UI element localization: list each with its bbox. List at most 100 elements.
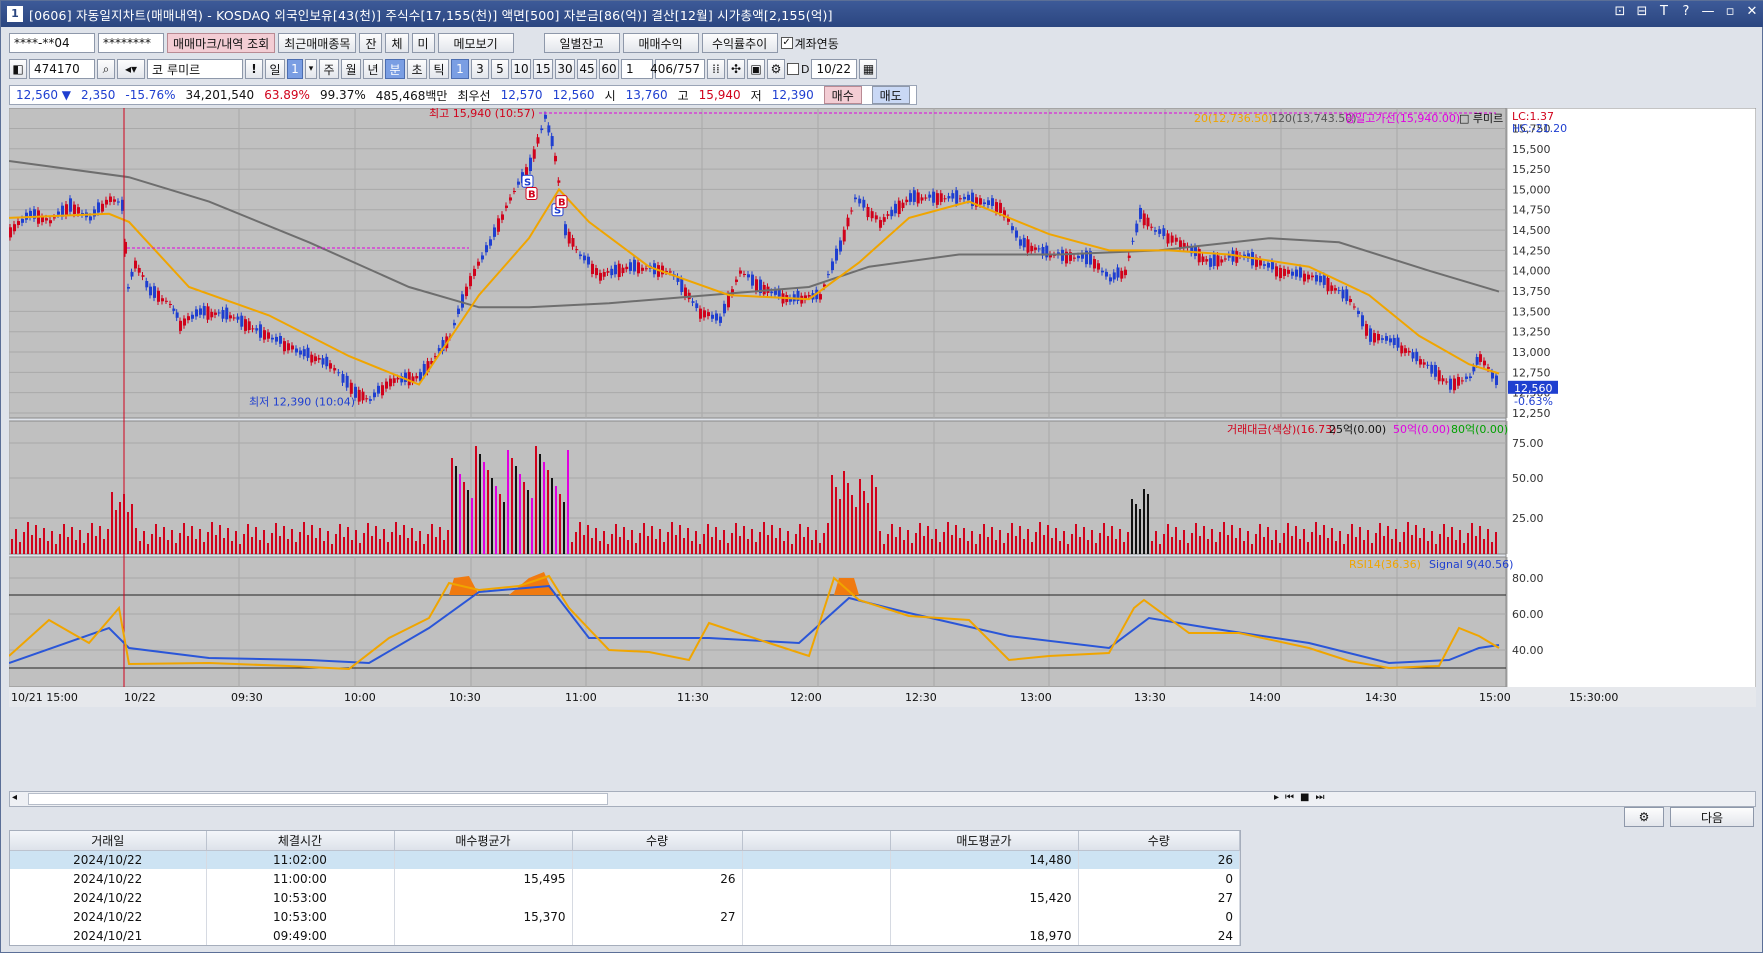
- save-icon[interactable]: ▣: [747, 59, 765, 79]
- volume-bar: [359, 543, 361, 554]
- period-value[interactable]: 1: [287, 59, 303, 79]
- memo-button[interactable]: 메모보기: [437, 33, 514, 53]
- scrollbar-thumb[interactable]: [28, 793, 608, 805]
- crosshair-icon[interactable]: ✣: [727, 59, 745, 79]
- profit-trend-button[interactable]: 수익률추이: [701, 33, 778, 53]
- chart-scrollbar[interactable]: ◂ ▸⏮■⏭: [9, 791, 1756, 807]
- close-icon[interactable]: ✕: [1744, 4, 1760, 19]
- tab-tick[interactable]: 틱: [429, 59, 449, 79]
- minute-opt-45[interactable]: 45: [577, 59, 597, 79]
- calendar-icon[interactable]: ▦: [859, 59, 878, 79]
- date-input[interactable]: 10/22: [811, 59, 858, 79]
- chart-area[interactable]: 15,750 15,500 15,250 15,000 14,750 14,500 14,2…: [9, 108, 1756, 791]
- time-tick-label: 10:00: [344, 691, 376, 704]
- minimize-icon[interactable]: —: [1700, 4, 1716, 19]
- col-sell-avg[interactable]: 매도평균가: [890, 831, 1079, 851]
- search-icon[interactable]: ⌕: [97, 59, 115, 79]
- settings-icon[interactable]: ⚙: [767, 59, 785, 79]
- candle-body: [392, 378, 396, 383]
- next-button[interactable]: 다음: [1670, 807, 1754, 827]
- restore-icon[interactable]: ⊡: [1612, 4, 1628, 19]
- volume-bar: [963, 528, 965, 554]
- tab-month[interactable]: 월: [341, 59, 361, 79]
- table-row[interactable]: 2024/10/21 09:49:00 18,970 24: [10, 926, 1240, 945]
- table-row[interactable]: 2024/10/22 11:00:00 15,495 26 0: [10, 869, 1240, 888]
- trade-profit-button[interactable]: 매매수익: [622, 33, 699, 53]
- font-icon[interactable]: T: [1656, 4, 1672, 19]
- volume-bar: [615, 524, 617, 554]
- table-cell: [742, 907, 891, 926]
- password-field[interactable]: ********: [98, 33, 164, 53]
- recent-trades-button[interactable]: 최근매매종목: [278, 33, 357, 53]
- tab-year[interactable]: 년: [363, 59, 383, 79]
- trade-mark-button[interactable]: 매매마크/내역 조회: [167, 33, 276, 53]
- minute-opt-5[interactable]: 5: [491, 59, 509, 79]
- buy-mark-label: B: [528, 189, 536, 200]
- code-input[interactable]: 474170: [29, 59, 95, 79]
- candle-body: [333, 368, 337, 371]
- tab-second[interactable]: 초: [407, 59, 427, 79]
- account-link-checkbox[interactable]: ✓ 계좌연동: [780, 35, 839, 52]
- alert-icon[interactable]: !: [245, 59, 263, 79]
- col-buy-qty[interactable]: 수량: [572, 831, 743, 851]
- candle-body: [751, 274, 754, 286]
- col-trade-date[interactable]: 거래일: [10, 831, 207, 851]
- chart-svg[interactable]: 15,75015,50015,25015,00014,75014,50014,2…: [9, 108, 1756, 791]
- count-select[interactable]: 1: [621, 59, 653, 79]
- grid-icon[interactable]: ⁞⁞: [707, 59, 725, 79]
- daily-balance-button[interactable]: 일별잔고: [543, 33, 620, 53]
- gear-icon[interactable]: ⚙: [1624, 807, 1664, 827]
- unexecuted-button[interactable]: 미: [411, 33, 435, 53]
- minute-opt-1[interactable]: 1: [451, 59, 469, 79]
- candle-body: [1307, 274, 1310, 280]
- playback-icons[interactable]: ▸⏮■⏭: [1274, 792, 1330, 803]
- speaker-icon[interactable]: ◂▾: [117, 59, 145, 79]
- minute-opt-10[interactable]: 10: [511, 59, 531, 79]
- help-icon[interactable]: ?: [1678, 4, 1694, 19]
- col-buy-avg[interactable]: 매수평균가: [394, 831, 573, 851]
- volume-bar: [327, 531, 329, 554]
- col-sell-qty[interactable]: 수량: [1078, 831, 1240, 851]
- volume-bar: [1335, 541, 1337, 554]
- volume-bar: [207, 532, 209, 554]
- sell-button[interactable]: 매도: [871, 86, 910, 104]
- account-select[interactable]: ****-**04: [9, 33, 95, 53]
- minute-opt-15[interactable]: 15: [533, 59, 553, 79]
- period-day-tab[interactable]: 일: [265, 59, 285, 79]
- balance-button[interactable]: 잔: [359, 33, 383, 53]
- candle-body: [1037, 248, 1041, 250]
- volume-bar: [1347, 534, 1349, 554]
- candle-body: [807, 295, 811, 297]
- table-row[interactable]: 2024/10/22 10:53:00 15,370 27 0: [10, 907, 1240, 926]
- candle-body: [1105, 271, 1108, 277]
- table-row[interactable]: 2024/10/22 10:53:00 15,420 27: [10, 888, 1240, 907]
- tab-week[interactable]: 주: [319, 59, 339, 79]
- layout-icon[interactable]: ⊟: [1634, 4, 1650, 19]
- table-row[interactable]: 2024/10/22 11:02:00 14,480 26: [10, 850, 1240, 869]
- price-change: 2,350: [81, 88, 116, 102]
- volume-bar: [1299, 539, 1301, 554]
- buy-button[interactable]: 매수: [823, 86, 862, 104]
- maximize-icon[interactable]: ▫: [1722, 4, 1738, 19]
- volume-bar: [903, 540, 905, 554]
- period-dropdown-icon[interactable]: ▾: [305, 59, 317, 79]
- minute-opt-30[interactable]: 30: [555, 59, 575, 79]
- panel-toggle-icon[interactable]: ◧: [9, 59, 27, 79]
- col-exec-time[interactable]: 체결시간: [206, 831, 395, 851]
- volume-bar: [1027, 529, 1029, 554]
- candle-body: [1170, 235, 1174, 243]
- candle-body: [217, 312, 221, 314]
- tab-minute[interactable]: 분: [385, 59, 405, 79]
- candle-body: [719, 316, 722, 323]
- minute-opt-3[interactable]: 3: [471, 59, 489, 79]
- candle-body: [916, 192, 920, 204]
- candle-body: [517, 181, 520, 185]
- price-tick-label: 12,250: [1512, 407, 1551, 420]
- minute-opt-60[interactable]: 60: [599, 59, 619, 79]
- volume-bar: [739, 536, 741, 554]
- date-checkbox[interactable]: [787, 63, 799, 75]
- scroll-left-icon[interactable]: ◂: [12, 792, 17, 803]
- symbol-name-field[interactable]: 코 루미르: [147, 59, 243, 79]
- executed-button[interactable]: 체: [385, 33, 409, 53]
- volume-bar: [463, 482, 465, 554]
